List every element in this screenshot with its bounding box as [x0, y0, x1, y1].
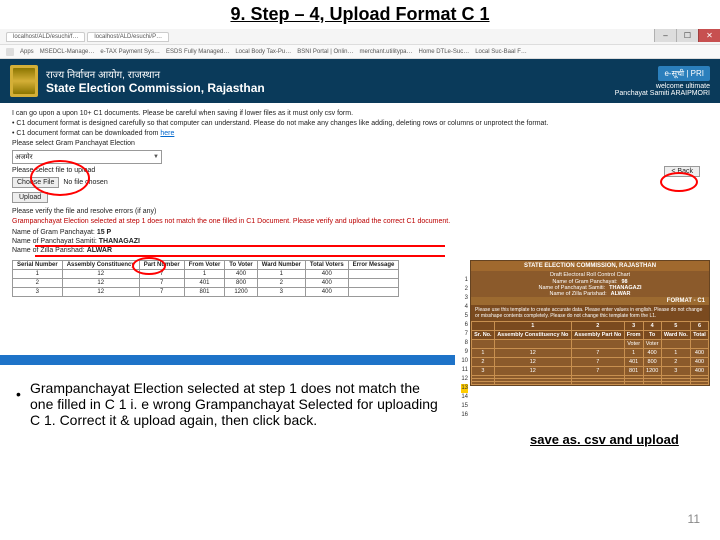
welcome-text: welcome ultimate	[615, 83, 710, 90]
window-maximize-icon[interactable]: ☐	[676, 29, 698, 42]
browser-tabs-bar: localhost/ALD/esuchi/f… localhost/ALD/es…	[0, 29, 720, 45]
samiti-text: Panchayat Samiti ARAIРМORI	[615, 90, 710, 97]
callout-text: • Grampanchayat Election selected at ste…	[30, 380, 440, 428]
upload-button[interactable]: Upload	[12, 192, 48, 203]
c1-subtitle: Draft Electoral Roll Control Chart	[471, 271, 709, 279]
annotation-underline	[35, 255, 445, 257]
divider-bar	[0, 355, 455, 365]
bookmark-item[interactable]: e-TAX Payment Sys…	[100, 49, 160, 55]
bullet-icon: •	[16, 386, 21, 402]
error-message: Grampanchayat Election selected at step …	[12, 218, 708, 225]
apps-icon[interactable]	[6, 48, 14, 56]
browser-tab[interactable]: localhost/ALD/esuchi/P…	[87, 32, 169, 42]
bullet-2: • C1 document format can be downloaded f…	[12, 130, 708, 137]
header-english: State Election Commission, Rajasthan	[46, 81, 265, 95]
browser-tab[interactable]: localhost/ALD/esuchi/f…	[6, 32, 85, 42]
slide-title: 9. Step – 4, Upload Format C 1	[0, 0, 720, 29]
annotation-oval	[30, 160, 90, 196]
preview-table: Serial NumberAssembly ConstituencyPart N…	[12, 260, 399, 297]
annotation-oval	[660, 172, 698, 192]
annotation-oval	[132, 257, 166, 275]
bookmarks-bar: Apps MSEDCL-Manage… e-TAX Payment Sys… E…	[0, 45, 720, 59]
format-label: FORMAT - C1	[471, 297, 709, 305]
bookmark-item[interactable]: BSNI Portal | Onlin…	[297, 49, 353, 55]
download-link[interactable]: here	[160, 130, 174, 137]
c1-title: STATE ELECTION COMMISSION, RAJASTHAN	[471, 261, 709, 271]
intro-text: I can go upon a upon 10+ C1 documents. P…	[12, 110, 708, 117]
emblem-icon	[10, 65, 38, 97]
page-number: 11	[688, 512, 700, 526]
c1-table: 123456 Sr. No.Assembly Constituency NoAs…	[471, 321, 709, 385]
names-block: Name of Gram Panchayat: 15 P Name of Pan…	[12, 229, 708, 254]
bookmark-item[interactable]: merchant.utilitypa…	[360, 49, 413, 55]
window-minimize-icon[interactable]: –	[654, 29, 676, 42]
c1-template-panel: STATE ELECTION COMMISSION, RAJASTHAN Dra…	[470, 260, 710, 386]
save-instruction: save as. csv and upload	[530, 432, 679, 447]
header-hindi: राज्य निर्वाचन आयोग, राजस्थान	[46, 67, 265, 81]
bullet-1: • C1 document format is designed careful…	[12, 120, 708, 127]
bookmark-item[interactable]: Apps	[20, 49, 34, 55]
app-header: राज्य निर्वाचन आयोग, राजस्थान State Elec…	[0, 59, 720, 103]
gram-panchayat-select[interactable]: अजमेर	[12, 150, 162, 164]
excel-row-numbers: 1234 5678 9101112 13141516	[461, 276, 468, 420]
bookmark-item[interactable]: Home DTLe-Suc…	[419, 49, 470, 55]
step2-label: Please select file to upload	[12, 167, 708, 174]
pri-badge[interactable]: e-सूची | PRI	[658, 66, 710, 81]
annotation-underline	[35, 245, 445, 247]
bookmark-item[interactable]: MSEDCL-Manage…	[40, 49, 95, 55]
step1-label: Please select Gram Panchayat Election	[12, 140, 708, 147]
step3-label: Please verify the file and resolve error…	[12, 208, 708, 215]
c1-note: Please use this template to create accur…	[471, 305, 709, 321]
bookmark-item[interactable]: Local Body Tax-Pu…	[235, 49, 291, 55]
window-close-icon[interactable]: ✕	[698, 29, 720, 42]
bookmark-item[interactable]: ESDS Fully Managed…	[166, 49, 229, 55]
bookmark-item[interactable]: Local Suc-Baal F…	[475, 49, 527, 55]
